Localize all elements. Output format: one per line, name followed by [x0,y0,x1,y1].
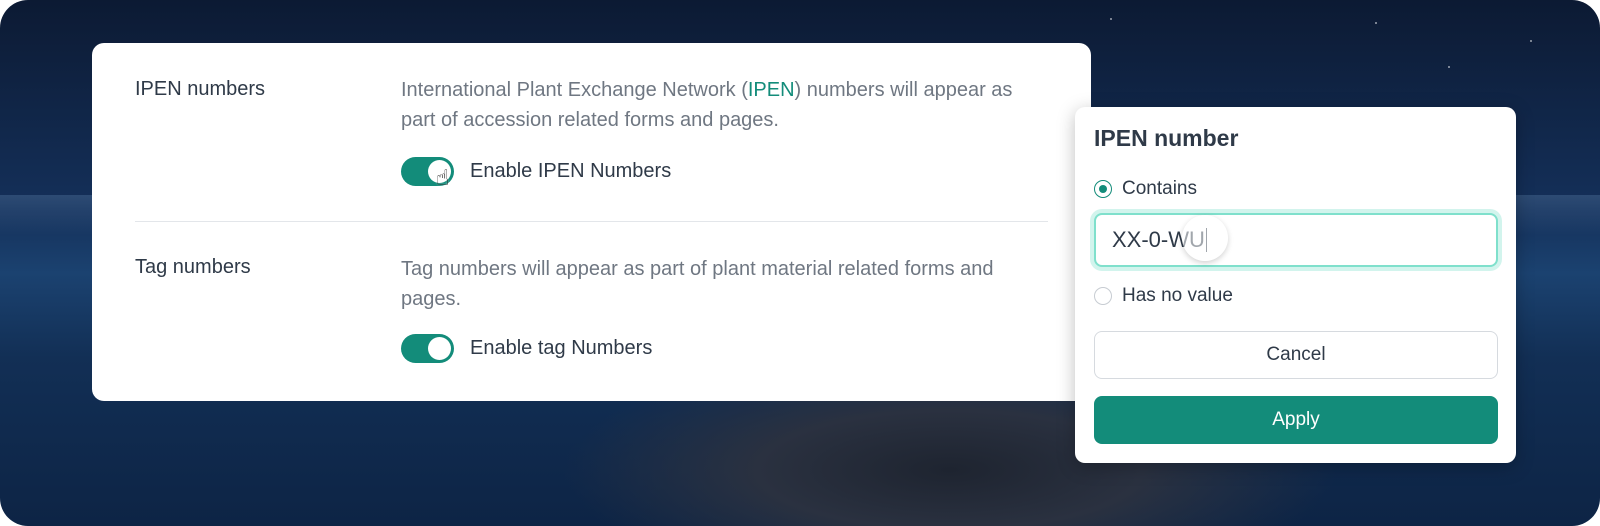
star [1110,18,1112,20]
ipen-row-title: IPEN numbers [135,78,266,100]
contains-option[interactable]: Contains [1094,178,1197,200]
ipen-description-prefix: International Plant Exchange Network ( [401,79,748,101]
tag-toggle[interactable] [401,334,454,363]
has-no-value-option[interactable]: Has no value [1094,285,1233,307]
ipen-description: International Plant Exchange Network (IP… [401,75,1041,135]
ipen-filter-popover: IPEN number Contains XX-0-WU Has no valu… [1075,107,1516,463]
star [1530,40,1532,42]
contains-radio[interactable] [1094,180,1112,198]
toggle-knob [428,337,451,360]
text-caret [1205,228,1207,252]
tag-toggle-label: Enable tag Numbers [470,337,653,359]
star [1375,22,1377,24]
desktop-background: IPEN numbers International Plant Exchang… [0,0,1600,526]
ipen-toggle-line: ☝ Enable IPEN Numbers [401,157,672,190]
apply-button[interactable]: Apply [1094,396,1498,444]
tag-settings-row: Tag numbers Tag numbers will appear as p… [135,222,1048,400]
tag-description: Tag numbers will appear as part of plant… [401,258,994,310]
settings-card: IPEN numbers International Plant Exchang… [92,43,1091,401]
cancel-button[interactable]: Cancel [1094,331,1498,379]
ipen-toggle-label: Enable IPEN Numbers [470,160,672,182]
contains-label: Contains [1122,178,1197,199]
has-no-value-label: Has no value [1122,285,1233,306]
ipen-link[interactable]: IPEN [748,79,795,101]
ipen-toggle[interactable]: ☝ [401,157,454,190]
ipen-filter-input-value: XX-0-WU [1112,227,1205,252]
has-no-value-radio[interactable] [1094,287,1112,305]
popover-title: IPEN number [1094,125,1239,151]
ipen-settings-row: IPEN numbers International Plant Exchang… [135,43,1048,222]
hand-pointer-cursor-icon: ☝ [436,165,450,190]
ipen-filter-input[interactable]: XX-0-WU [1094,213,1498,267]
tag-row-title: Tag numbers [135,256,251,278]
star [1448,66,1450,68]
tag-toggle-line: Enable tag Numbers [401,334,652,363]
